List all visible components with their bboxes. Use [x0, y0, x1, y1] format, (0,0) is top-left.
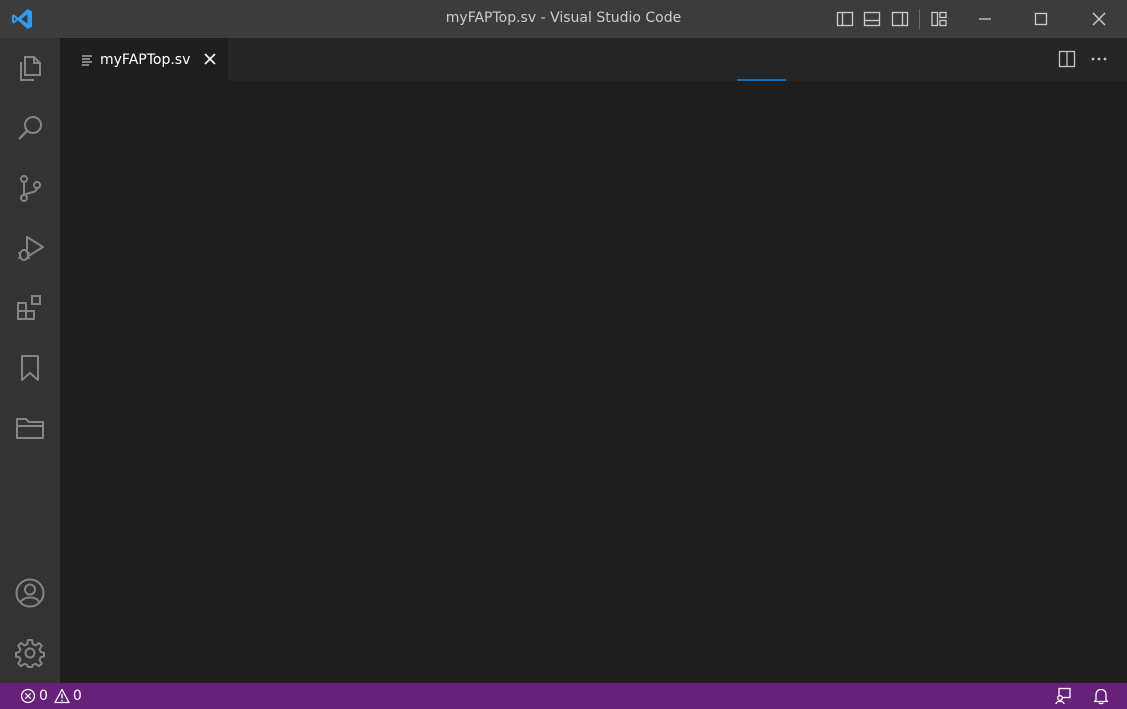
search-icon	[18, 116, 42, 140]
folder-icon	[16, 418, 44, 439]
activity-manage[interactable]	[0, 629, 60, 677]
minimize-icon	[979, 18, 991, 20]
progress-indicator	[737, 79, 786, 81]
split-editor-icon	[1058, 50, 1076, 68]
account-icon	[15, 578, 45, 608]
close-window-button[interactable]	[1076, 0, 1122, 38]
warning-icon	[54, 688, 70, 704]
activity-explorer[interactable]	[0, 44, 60, 92]
close-icon	[1092, 12, 1106, 26]
settings-gear-icon	[15, 639, 45, 668]
tab-label: myFAPTop.sv	[100, 51, 191, 68]
tab-myfaptop-sv[interactable]: myFAPTop.sv	[60, 38, 228, 81]
remote-explorer-icon	[1055, 687, 1071, 705]
editor-tabs-bar: myFAPTop.sv	[60, 38, 1127, 81]
layout-sidebar-right-icon	[891, 11, 909, 27]
activity-search[interactable]	[0, 104, 60, 152]
title-bar: myFAPTop.sv - Visual Studio Code	[0, 0, 1127, 38]
editor-area[interactable]	[60, 81, 1127, 683]
activity-source-control[interactable]	[0, 164, 60, 212]
activity-run-debug[interactable]	[0, 224, 60, 272]
toggle-secondary-sidebar-button[interactable]	[889, 0, 911, 38]
split-editor-button[interactable]	[1057, 49, 1077, 69]
error-count: 0	[39, 688, 48, 704]
close-tab-icon[interactable]	[202, 51, 218, 67]
toggle-primary-sidebar-button[interactable]	[834, 0, 856, 38]
customize-layout-button[interactable]	[928, 0, 950, 38]
minimize-button[interactable]	[962, 0, 1008, 38]
vscode-logo-icon	[12, 9, 32, 29]
maximize-button[interactable]	[1018, 0, 1064, 38]
activity-project-manager[interactable]	[0, 404, 60, 452]
titlebar-separator	[919, 9, 920, 29]
warning-count: 0	[72, 688, 82, 704]
error-icon	[20, 688, 36, 704]
bell-icon	[1093, 688, 1109, 705]
bookmark-icon	[21, 355, 39, 381]
maximize-icon	[1034, 12, 1048, 26]
run-debug-icon	[18, 236, 44, 261]
explorer-icon	[20, 56, 41, 81]
activity-bookmarks[interactable]	[0, 344, 60, 392]
ellipsis-icon	[1091, 57, 1107, 61]
file-lines-icon	[82, 54, 92, 66]
status-bar: 0 0	[0, 683, 1127, 709]
layout-sidebar-left-icon	[836, 11, 854, 27]
layout-panel-icon	[863, 11, 881, 27]
activity-accounts[interactable]	[0, 569, 60, 617]
window-title: myFAPTop.sv - Visual Studio Code	[445, 10, 682, 26]
activity-extensions[interactable]	[0, 284, 60, 332]
extensions-icon	[17, 295, 41, 320]
feedback-status[interactable]	[1054, 687, 1072, 705]
source-control-icon	[20, 175, 41, 202]
toggle-panel-button[interactable]	[861, 0, 883, 38]
notifications-status[interactable]	[1092, 687, 1110, 705]
more-actions-button[interactable]	[1089, 49, 1109, 69]
problems-status[interactable]: 0 0	[20, 687, 88, 705]
customize-layout-icon	[931, 11, 947, 27]
activity-bar	[0, 38, 60, 683]
